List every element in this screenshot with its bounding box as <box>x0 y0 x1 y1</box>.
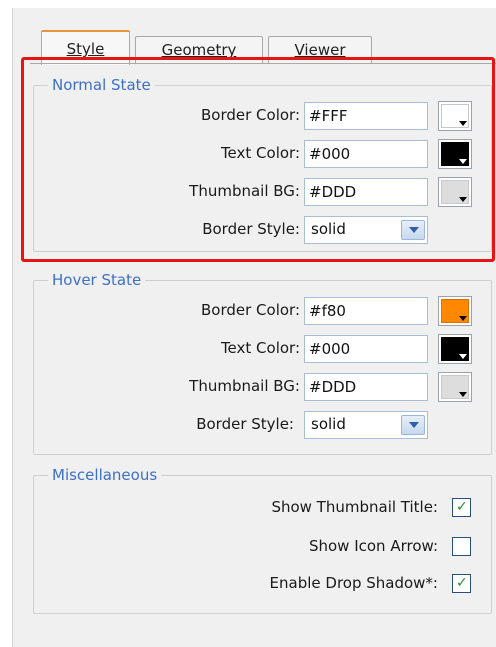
hover-thumbnail-bg-input[interactable] <box>304 373 428 401</box>
check-icon <box>456 575 468 592</box>
tab-style[interactable]: Style <box>41 30 130 65</box>
normal-text-color-input[interactable] <box>304 140 428 168</box>
chevron-down-icon[interactable] <box>401 415 425 435</box>
swatch-dropdown-icon <box>459 316 467 321</box>
hover-border-style-value: solid <box>311 415 346 433</box>
hover-thumbnail-bg-swatch[interactable] <box>438 372 472 402</box>
check-icon <box>456 499 468 516</box>
normal-thumbnail-bg-swatch[interactable] <box>438 177 472 207</box>
tab-style-label: Style <box>66 40 105 58</box>
normal-border-style-label: Border Style: <box>202 220 300 238</box>
swatch-dropdown-icon <box>459 121 467 126</box>
misc-legend: Miscellaneous <box>52 466 158 484</box>
tab-geometry[interactable]: Geometry <box>135 36 263 64</box>
normal-border-color-label: Border Color: <box>200 106 300 124</box>
show-icon-arrow-checkbox[interactable] <box>452 537 471 556</box>
swatch-dropdown-icon <box>459 197 467 202</box>
normal-border-color-swatch[interactable] <box>438 101 472 131</box>
show-icon-arrow-label: Show Icon Arrow: <box>308 537 438 555</box>
hover-border-color-label: Border Color: <box>200 301 300 319</box>
enable-drop-shadow-checkbox[interactable] <box>452 574 471 593</box>
normal-thumbnail-bg-input[interactable] <box>304 178 428 206</box>
normal-border-style-select[interactable]: solid <box>304 216 428 244</box>
normal-state-legend: Normal State <box>52 76 151 94</box>
tab-geometry-label: Geometry <box>161 41 237 59</box>
tab-viewer[interactable]: Viewer <box>268 36 372 64</box>
hover-border-color-input[interactable] <box>304 297 428 325</box>
show-thumbnail-title-label: Show Thumbnail Title: <box>271 498 438 516</box>
hover-text-color-input[interactable] <box>304 335 428 363</box>
normal-thumbnail-bg-label: Thumbnail BG: <box>189 182 300 200</box>
tab-baseline <box>30 63 496 64</box>
swatch-dropdown-icon <box>459 392 467 397</box>
hover-state-legend: Hover State <box>52 271 142 289</box>
swatch-dropdown-icon <box>459 159 467 164</box>
normal-text-color-label: Text Color: <box>220 144 300 162</box>
hover-border-style-select[interactable]: solid <box>304 411 428 439</box>
hover-thumbnail-bg-label: Thumbnail BG: <box>189 377 300 395</box>
hover-border-color-swatch[interactable] <box>438 296 472 326</box>
swatch-dropdown-icon <box>459 354 467 359</box>
chevron-down-icon[interactable] <box>401 220 425 240</box>
hover-text-color-swatch[interactable] <box>438 334 472 364</box>
normal-text-color-swatch[interactable] <box>438 139 472 169</box>
enable-drop-shadow-label: Enable Drop Shadow*: <box>269 574 438 592</box>
tab-viewer-label: Viewer <box>294 41 346 59</box>
hover-border-style-label: Border Style: <box>196 415 294 433</box>
normal-border-color-input[interactable] <box>304 102 428 130</box>
hover-text-color-label: Text Color: <box>220 339 300 357</box>
show-thumbnail-title-checkbox[interactable] <box>452 498 471 517</box>
normal-border-style-value: solid <box>311 220 346 238</box>
